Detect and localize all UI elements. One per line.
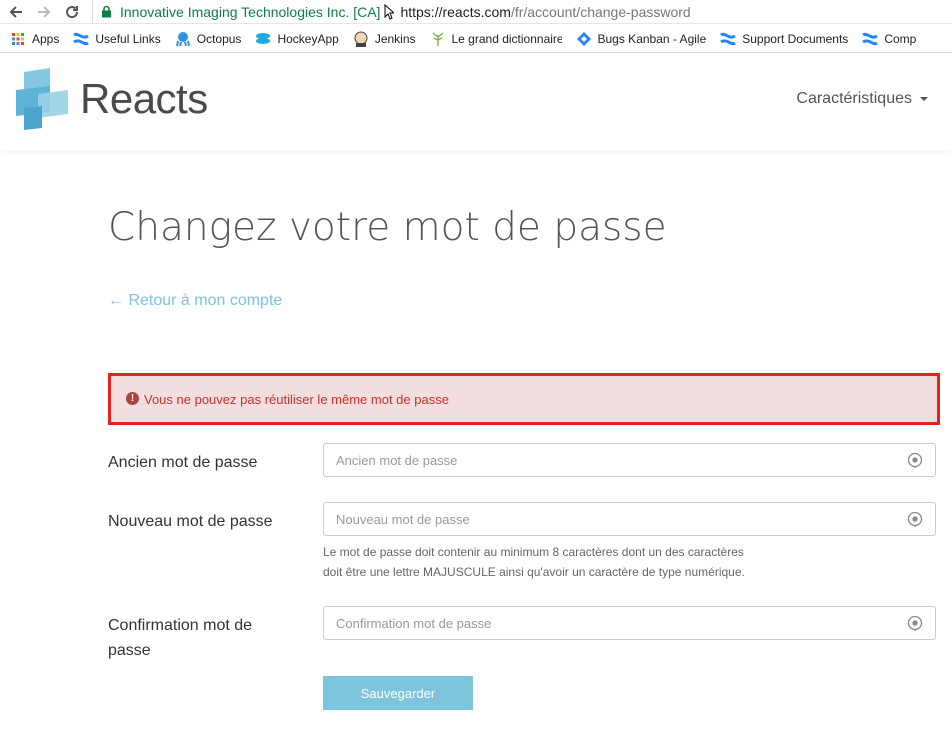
bookmark-label: Jenkins (374, 31, 416, 46)
back-to-account-link[interactable]: ← Retour à mon compte (108, 292, 282, 310)
octopus-icon (175, 31, 191, 47)
bookmarks-bar: Apps Useful Links Octopus HockeyApp Jenk… (0, 25, 952, 53)
bookmark-hockeyapp[interactable]: HockeyApp (255, 27, 339, 51)
new-password-placeholder: Nouveau mot de passe (336, 511, 470, 527)
confirm-password-label: Confirmation mot de passe (108, 617, 253, 659)
bookmark-label: HockeyApp (277, 31, 339, 46)
new-password-label: Nouveau mot de passe (108, 513, 273, 530)
confluence-icon (73, 31, 90, 47)
bookmark-label: Comp (884, 31, 917, 46)
confluence-icon (720, 31, 737, 47)
arrow-right-icon (38, 6, 51, 18)
dictionary-icon (430, 31, 446, 47)
logo-text: Reacts (80, 75, 208, 122)
features-label: Caractéristiques (796, 90, 912, 107)
jira-icon (576, 31, 592, 47)
forward-button[interactable] (34, 2, 54, 22)
security-org: Innovative Imaging Technologies Inc. [CA… (120, 3, 381, 20)
page-title: Changez votre mot de passe (108, 205, 667, 250)
bookmark-jenkins[interactable]: Jenkins (353, 27, 416, 51)
lock-icon (101, 5, 112, 18)
exclamation-circle-icon: ! (126, 391, 139, 405)
url-host: https://reacts.com (400, 3, 511, 20)
arrow-left-icon (9, 6, 22, 18)
old-password-label: Ancien mot de passe (108, 454, 258, 471)
bookmark-apps[interactable]: Apps (10, 27, 59, 51)
cursor-icon (380, 3, 398, 20)
bookmark-octopus[interactable]: Octopus (175, 27, 242, 51)
browser-toolbar: Innovative Imaging Technologies Inc. [CA… (0, 0, 952, 24)
url-path: /fr/account/change-password (510, 3, 691, 20)
reload-icon (66, 6, 79, 19)
save-button[interactable]: Sauvegarder (323, 676, 473, 710)
old-password-field[interactable]: Ancien mot de passe (323, 443, 936, 477)
help-line: Le mot de passe doit contenir au minimum… (323, 545, 744, 559)
site-header: Reacts Caractéristiques (0, 54, 952, 150)
features-dropdown[interactable]: Caractéristiques (796, 90, 928, 108)
confirm-password-field[interactable]: Confirmation mot de passe (323, 606, 936, 640)
bookmark-label: Useful Links (95, 31, 161, 46)
confirm-password-placeholder: Confirmation mot de passe (336, 615, 492, 631)
bookmark-label: Apps (32, 31, 60, 46)
reacts-logo-icon (16, 68, 68, 130)
reacts-logo[interactable]: Reacts (14, 68, 208, 130)
alert-message: Vous ne pouvez pas réutiliser le même mo… (144, 391, 449, 407)
bookmark-bugs-kanban[interactable]: Bugs Kanban - Agile (576, 27, 707, 51)
caret-down-icon (920, 97, 928, 101)
bookmark-label: Octopus (196, 31, 242, 46)
bookmark-comp[interactable]: Comp (862, 27, 916, 51)
bookmark-dictionary[interactable]: Le grand dictionnaire (430, 27, 562, 51)
reload-button[interactable] (62, 2, 82, 22)
bookmark-label: Le grand dictionnaire (451, 31, 562, 46)
back-button[interactable] (6, 2, 26, 22)
confluence-icon (862, 31, 879, 47)
bookmark-useful-links[interactable]: Useful Links (73, 27, 161, 51)
show-password-icon[interactable] (907, 511, 923, 527)
jenkins-icon (353, 31, 369, 47)
help-line: doit être une lettre MAJUSCULE ainsi qu'… (323, 565, 745, 579)
apps-grid-icon (10, 31, 26, 47)
old-password-placeholder: Ancien mot de passe (336, 452, 458, 468)
show-password-icon[interactable] (907, 615, 923, 631)
url-bar[interactable]: Innovative Imaging Technologies Inc. [CA… (92, 0, 952, 23)
hockeyapp-icon (255, 31, 271, 47)
new-password-field[interactable]: Nouveau mot de passe (323, 502, 936, 536)
bookmark-support-documents[interactable]: Support Documents (720, 27, 848, 51)
show-password-icon[interactable] (907, 452, 923, 468)
bookmark-label: Support Documents (742, 31, 849, 46)
bookmark-label: Bugs Kanban - Agile (597, 31, 707, 46)
error-alert: ! Vous ne pouvez pas réutiliser le même … (108, 373, 940, 425)
password-help-text: Le mot de passe doit contenir au minimum… (323, 542, 843, 582)
